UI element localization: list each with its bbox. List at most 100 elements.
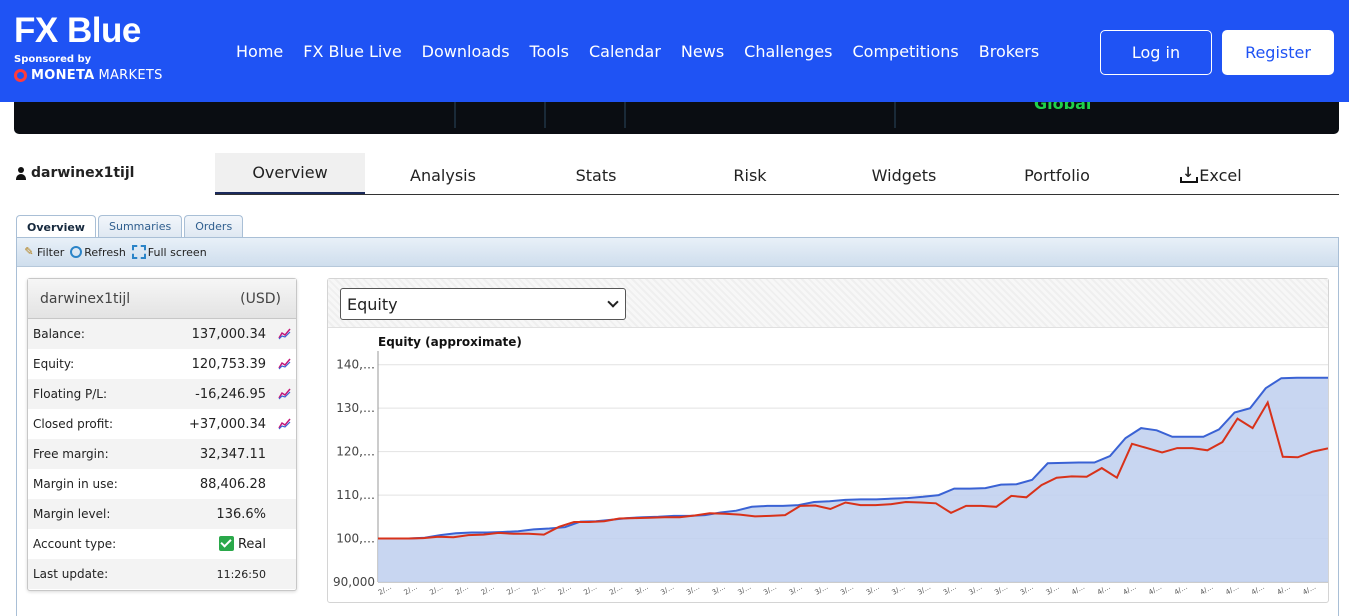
x-tick-label: 4/…: [1096, 583, 1112, 597]
summary-account-name: darwinex1tijl: [40, 290, 131, 307]
summary-row: Free margin: 32,347.11: [28, 439, 296, 469]
tab-risk[interactable]: Risk: [675, 153, 825, 194]
x-tick-label: 2/…: [608, 583, 624, 597]
summary-row-value-text: 11:26:50: [216, 567, 266, 581]
y-tick-label: 100,…: [336, 532, 375, 546]
x-tick-label: 3/…: [736, 583, 752, 597]
account-summary: darwinex1tijl (USD) Balance: 137,000.34 Eq…: [27, 278, 297, 591]
x-tick-label: 2/…: [582, 583, 598, 597]
filter-button[interactable]: ✎ Filter: [23, 246, 64, 259]
tab-analysis[interactable]: Analysis: [368, 153, 518, 194]
nav-home[interactable]: Home: [236, 38, 283, 66]
download-icon: [1180, 165, 1199, 183]
register-button[interactable]: Register: [1222, 30, 1334, 75]
tab-excel[interactable]: Excel: [1136, 153, 1286, 194]
account-name: darwinex1tijl: [31, 165, 135, 181]
summary-row: Last update: 11:26:50: [28, 559, 296, 589]
summary-row: Equity: 120,753.39: [28, 349, 296, 379]
summary-row-value: 137,000.34: [192, 327, 266, 342]
tab-portfolio[interactable]: Portfolio: [982, 153, 1132, 194]
tab-stats[interactable]: Stats: [521, 153, 671, 194]
tab-overview[interactable]: Overview: [215, 153, 365, 194]
summary-row-value-text: 136.6%: [216, 506, 266, 522]
summary-row-label: Margin level:: [33, 507, 111, 521]
line-chart-icon[interactable]: [278, 387, 291, 400]
x-tick-label: 3/…: [839, 583, 855, 597]
summary-row-label: Margin in use:: [33, 477, 118, 491]
nav-tools[interactable]: Tools: [530, 38, 569, 66]
user-icon: [15, 166, 27, 180]
panel-toolbar: ✎ Filter Refresh Full screen: [17, 238, 1338, 267]
filter-icon: ✎: [24, 245, 34, 258]
summary-row-label: Floating P/L:: [33, 387, 108, 401]
fullscreen-button[interactable]: Full screen: [131, 245, 207, 259]
summary-row-value: 32,347.11: [200, 447, 266, 462]
ad-banner[interactable]: Global: [14, 102, 1339, 134]
nav-brokers[interactable]: Brokers: [979, 38, 1039, 66]
x-tick-label: 3/…: [659, 583, 675, 597]
nav-competitions[interactable]: Competitions: [852, 38, 958, 66]
summary-row-label: Equity:: [33, 357, 75, 371]
nav-calendar[interactable]: Calendar: [589, 38, 661, 66]
summary-row-value: 120,753.39: [192, 357, 266, 372]
y-tick-label: 130,…: [336, 401, 375, 415]
x-tick-label: 3/…: [1019, 583, 1035, 597]
broker-bold: MONETA: [31, 68, 95, 83]
summary-row-value: 136.6%: [216, 507, 266, 522]
subtab-orders[interactable]: Orders: [184, 215, 244, 237]
x-tick-label: 4/…: [1327, 583, 1328, 597]
overview-panel: ✎ Filter Refresh Full screen darwinex1ti…: [16, 237, 1343, 616]
summary-row-value: 11:26:50: [217, 568, 266, 581]
chart-type-select[interactable]: Equity: [340, 288, 626, 320]
x-tick-label: 3/…: [634, 583, 650, 597]
summary-row-value: Real: [218, 536, 266, 552]
summary-row-value-text: +37,000.34: [188, 416, 266, 432]
logo-text: FX Blue: [14, 11, 141, 50]
refresh-button[interactable]: Refresh: [70, 246, 126, 259]
moneta-icon: [14, 69, 27, 82]
summary-row-value-text: 88,406.28: [199, 476, 266, 492]
x-tick-label: 2/…: [403, 583, 419, 597]
summary-header: darwinex1tijl (USD): [28, 279, 296, 319]
summary-row: Margin level: 136.6%: [28, 499, 296, 529]
subtab-overview[interactable]: Overview: [16, 215, 96, 238]
summary-row-value-text: Real: [237, 537, 266, 552]
y-tick-label: 120,…: [336, 445, 375, 459]
nav-downloads[interactable]: Downloads: [422, 38, 510, 66]
x-tick-label: 3/…: [711, 583, 727, 597]
summary-rows: Balance: 137,000.34 Equity: 120,753.39 Float…: [28, 319, 296, 589]
nav-challenges[interactable]: Challenges: [744, 38, 832, 66]
chart-type-value: Equity: [347, 294, 398, 314]
y-tick-label: 90,000: [333, 575, 375, 589]
nav-news[interactable]: News: [681, 38, 724, 66]
summary-row-value-text: 32,347.11: [199, 446, 266, 462]
line-chart-icon[interactable]: [278, 357, 291, 370]
x-tick-label: 2/…: [377, 583, 393, 597]
x-tick-label: 2/…: [505, 583, 521, 597]
equity-chart: Equity (approximate) 90,000 100,… 110,… 120,…: [333, 335, 1343, 597]
x-tick-label: 2/…: [557, 583, 573, 597]
summary-row-label: Account type:: [33, 537, 117, 551]
line-chart-icon[interactable]: [278, 327, 291, 340]
summary-row-value-text: 120,753.39: [191, 356, 266, 372]
x-tick-label: 3/…: [813, 583, 829, 597]
nav-fxblue-live[interactable]: FX Blue Live: [303, 38, 401, 66]
tab-widgets[interactable]: Widgets: [829, 153, 979, 194]
account-tabs: Overview Analysis Stats Risk Widgets Por…: [215, 153, 1339, 195]
login-button[interactable]: Log in: [1100, 30, 1212, 75]
refresh-icon: [70, 246, 83, 258]
x-tick-label: 3/…: [968, 583, 984, 597]
x-tick-label: 4/…: [1199, 583, 1215, 597]
x-tick-label: 4/…: [1147, 583, 1163, 597]
x-tick-label: 3/…: [762, 583, 778, 597]
fxblue-logo[interactable]: FX Blue Sponsored by MONETA MARKETS: [14, 12, 163, 83]
refresh-label: Refresh: [84, 245, 126, 259]
banner-decoration: [454, 102, 456, 128]
summary-row-label: Balance:: [33, 327, 85, 341]
x-tick-label: 3/…: [993, 583, 1009, 597]
line-chart-icon[interactable]: [278, 417, 291, 430]
subtab-summaries[interactable]: Summaries: [97, 215, 183, 237]
summary-row: Account type: Real: [28, 529, 296, 559]
x-tick-label: 3/…: [865, 583, 881, 597]
x-tick-label: 4/…: [1070, 583, 1086, 597]
